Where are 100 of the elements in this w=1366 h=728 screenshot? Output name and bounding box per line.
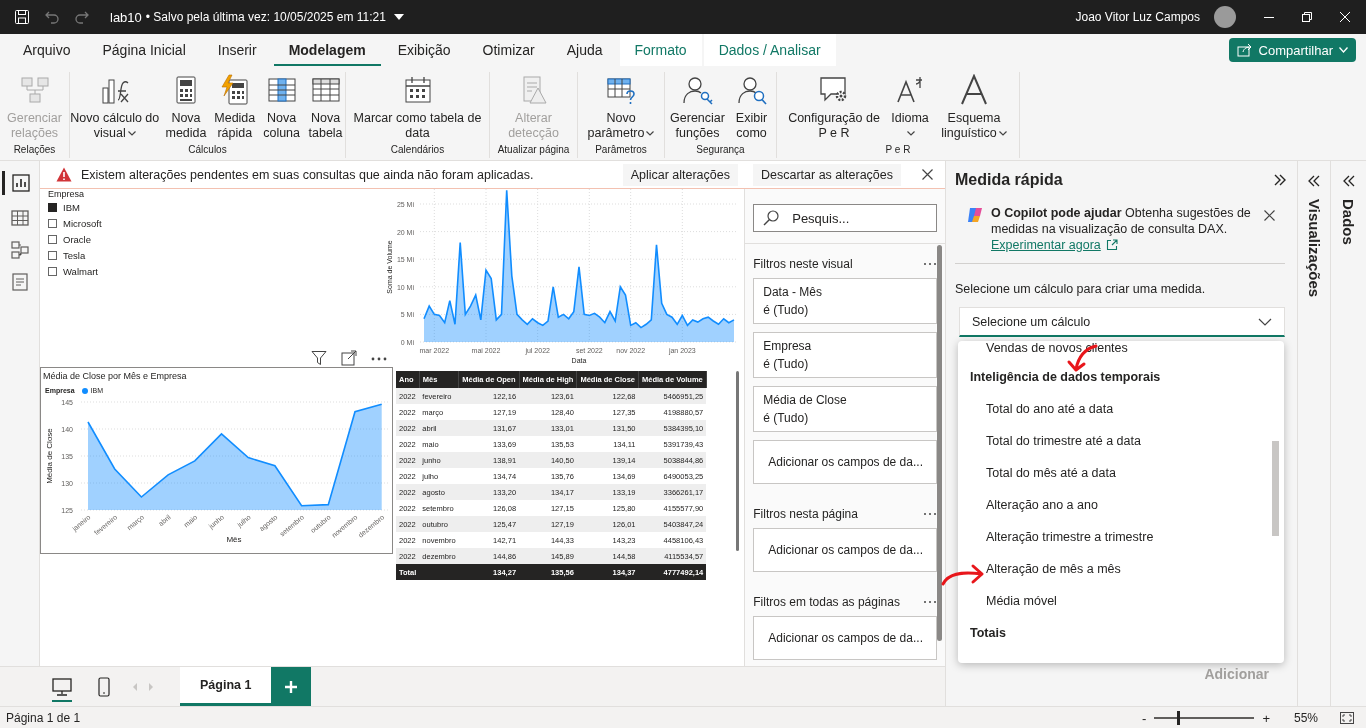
page-tab[interactable]: Página 1 <box>180 667 272 706</box>
scrollbar[interactable] <box>736 371 739 551</box>
menu-tab[interactable]: Página Inicial <box>87 34 201 66</box>
filter-field: Média de Close <box>763 391 928 409</box>
pane-tab[interactable]: Dados <box>1340 199 1357 245</box>
ribbon-button[interactable]: Marcar como tabela de data <box>350 72 485 144</box>
focus-mode-icon[interactable] <box>341 350 357 366</box>
slicer-item[interactable]: Microsoft <box>63 217 102 229</box>
ribbon-button[interactable]: Configuração de P e R <box>784 72 884 144</box>
slicer-title: Empresa <box>48 189 85 199</box>
ribbon-button[interactable]: Exibir como <box>730 72 773 144</box>
save-status: • Salvo pela última vez: 10/05/2025 em 11:21 <box>145 10 386 24</box>
copilot-message: O Copilot pode ajudar Obtenha sugestões de medidas na visualização de consulta DAX. <box>991 205 1252 237</box>
save-icon[interactable] <box>14 9 30 25</box>
slider-thumb[interactable] <box>1177 711 1181 725</box>
drop-zone[interactable]: Adicionar os campos de da... <box>753 440 938 484</box>
external-link-icon <box>1105 239 1118 251</box>
ribbon-button[interactable]: Novo cálculo do visual <box>70 72 160 144</box>
zoom-out-button[interactable]: - <box>1138 710 1151 726</box>
slicer-item[interactable]: IBM <box>63 201 80 213</box>
menu-tab[interactable]: Formato <box>619 34 702 66</box>
filter-card[interactable]: Média de Close é (Tudo) <box>753 386 938 432</box>
model-view-icon[interactable] <box>10 241 29 259</box>
ribbon-button[interactable]: Nova medida <box>163 72 209 144</box>
drop-zone[interactable]: Adicionar os campos de da... <box>753 616 938 660</box>
ribbon-button[interactable]: Gerenciar funções <box>668 72 727 144</box>
ribbon-button[interactable]: Novo parâmetro <box>585 72 657 144</box>
section-title: Filtros em todas as páginas <box>753 595 900 609</box>
fit-to-page-icon[interactable] <box>1340 712 1354 724</box>
slicer-item[interactable]: Oracle <box>63 233 91 245</box>
section-title: Filtros nesta página <box>753 507 858 521</box>
dropdown-option[interactable]: Total do mês até a data <box>986 457 1116 489</box>
menu-tab[interactable]: Inserir <box>202 34 272 66</box>
avatar[interactable] <box>1214 6 1236 28</box>
dropdown-option[interactable]: Total do ano até a data <box>986 393 1114 425</box>
checkbox[interactable] <box>48 202 57 212</box>
more-options-icon[interactable] <box>923 512 937 516</box>
ribbon-button[interactable]: Nova coluna <box>261 72 303 144</box>
slicer-item[interactable]: Walmart <box>63 265 98 277</box>
ribbon-button[interactable]: Medida rápida <box>212 72 258 144</box>
redo-icon[interactable] <box>74 9 90 25</box>
ribbon-button[interactable]: Idioma <box>888 72 932 144</box>
scrollbar[interactable] <box>937 245 943 641</box>
checkbox[interactable] <box>48 234 57 244</box>
close-icon[interactable] <box>922 169 933 180</box>
copilot-link[interactable]: Experimentar agora <box>991 237 1118 253</box>
user-name: Joao Vitor Luz Campos <box>1075 10 1200 24</box>
share-icon <box>1236 43 1253 57</box>
caret-icon[interactable] <box>393 14 404 20</box>
menu-tab[interactable]: Otimizar <box>467 34 550 66</box>
zoom-in-button[interactable]: + <box>1258 710 1274 726</box>
menu-tab[interactable]: Ajuda <box>551 34 618 66</box>
menu-tab[interactable]: Dados / Analisar <box>703 34 836 66</box>
drop-zone[interactable]: Adicionar os campos de da... <box>753 528 938 572</box>
dropdown-option[interactable]: Total do trimestre até a data <box>986 425 1141 457</box>
filter-condition: é (Tudo) <box>763 302 810 319</box>
report-view-icon[interactable] <box>11 174 30 192</box>
add-page-button[interactable] <box>271 667 312 706</box>
dax-query-icon[interactable] <box>10 273 29 291</box>
ribbon-button[interactable]: Esquema linguístico <box>936 72 1012 144</box>
menu-tab[interactable]: Exibição <box>382 34 466 66</box>
undo-icon[interactable] <box>44 9 60 25</box>
group-label: Parâmetros <box>594 144 648 157</box>
scrollbar[interactable] <box>1272 441 1279 536</box>
checkbox[interactable] <box>48 266 57 276</box>
group-label: Calendários <box>389 144 446 157</box>
banner-button[interactable]: Descartar as alterações <box>753 163 901 186</box>
collapse-icon[interactable] <box>1273 173 1287 187</box>
dropdown-option[interactable]: Média móvel <box>986 585 1057 617</box>
pane-tab[interactable]: Visualizações <box>1305 199 1323 298</box>
checkbox[interactable] <box>48 218 57 228</box>
menu-tab[interactable]: Arquivo <box>8 34 86 66</box>
checkbox[interactable] <box>48 250 57 260</box>
phone-icon[interactable] <box>98 676 110 697</box>
dropdown-option[interactable]: Alteração trimestre a trimestre <box>986 521 1154 553</box>
person-key-icon <box>681 74 714 106</box>
filter-card[interactable]: Data - Mês é (Tudo) <box>753 278 938 324</box>
search-field[interactable]: Pesquis... <box>753 204 938 232</box>
dropdown-option[interactable]: Alteração ano a ano <box>986 489 1098 521</box>
restore-icon[interactable] <box>1302 12 1312 22</box>
dropdown-option[interactable]: Alteração de mês a mês <box>986 553 1121 585</box>
group-label: Segurança <box>695 144 746 157</box>
filter-icon[interactable] <box>311 350 327 366</box>
axis-title: Mês <box>226 535 242 544</box>
slicer-item[interactable]: Tesla <box>63 249 86 261</box>
ribbon-button[interactable]: Nova tabela <box>306 72 345 144</box>
expand-icon[interactable] <box>1308 175 1320 187</box>
more-options-icon[interactable] <box>923 262 937 266</box>
share-button[interactable]: Compartilhar <box>1228 38 1356 62</box>
filter-condition: é (Tudo) <box>763 356 810 373</box>
filter-condition: é (Tudo) <box>763 410 810 427</box>
calculation-dropdown[interactable]: Selecione um cálculo <box>959 307 1285 337</box>
desktop-icon[interactable] <box>52 677 72 696</box>
expand-icon[interactable] <box>1342 175 1355 187</box>
table-view-icon[interactable] <box>10 209 29 227</box>
more-options-icon[interactable] <box>923 600 937 604</box>
filter-card[interactable]: Empresa é (Tudo) <box>753 332 938 378</box>
close-icon[interactable] <box>1264 210 1275 221</box>
banner-button[interactable]: Aplicar alterações <box>622 163 738 186</box>
group-label: Atualizar página <box>496 144 571 157</box>
